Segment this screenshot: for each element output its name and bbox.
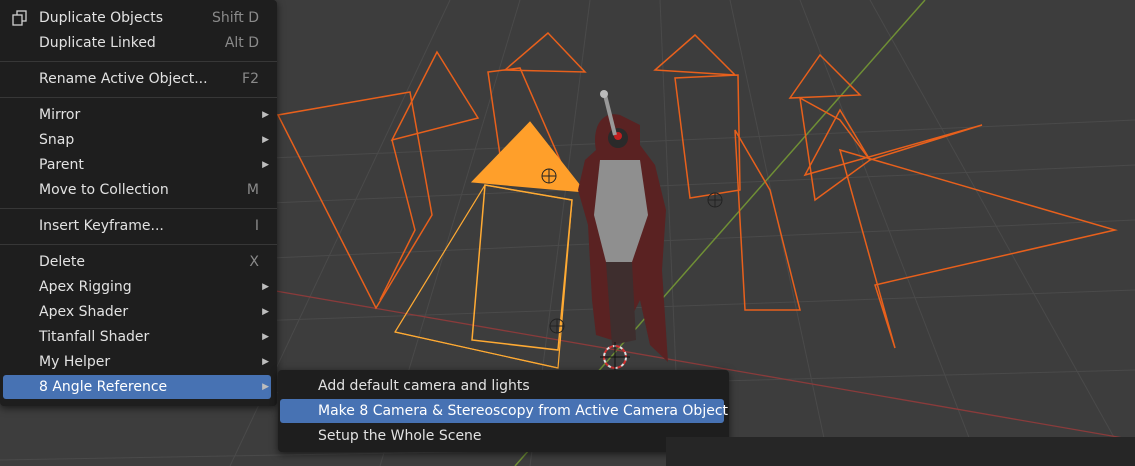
submenu-item-make-8-camera-stereoscopy-from-active-camera-object[interactable]: Make 8 Camera & Stereoscopy from Active …: [280, 399, 728, 423]
menu-item-label: Apex Rigging: [39, 279, 132, 295]
submenu-arrow-icon: ▶: [262, 110, 269, 120]
shortcut-hint: Shift D: [211, 10, 259, 26]
submenu-arrow-icon: ▶: [262, 160, 269, 170]
menu-item-delete[interactable]: Delete X: [3, 250, 271, 274]
menu-item-label: Duplicate Objects: [39, 10, 164, 26]
object-context-menu: Duplicate Objects Shift D Duplicate Linked…: [0, 0, 277, 406]
bottom-panel: [666, 437, 1135, 466]
menu-item-label: My Helper: [39, 354, 111, 370]
menu-item-apex-shader[interactable]: Apex Shader ▶: [3, 300, 271, 324]
shortcut-hint: I: [254, 218, 259, 234]
menu-item-parent[interactable]: Parent ▶: [3, 153, 271, 177]
submenu-arrow-icon: ▶: [262, 332, 269, 342]
menu-item-label: Parent: [39, 157, 84, 173]
menu-item-apex-rigging[interactable]: Apex Rigging ▶: [3, 275, 271, 299]
menu-item-label: Move to Collection: [39, 182, 169, 198]
menu-separator: [0, 208, 277, 209]
submenu-item-setup-the-whole-scene[interactable]: Setup the Whole Scene: [280, 424, 724, 448]
submenu-arrow-icon: ▶: [262, 357, 269, 367]
submenu-arrow-icon: ▶: [262, 282, 269, 292]
menu-separator: [0, 244, 277, 245]
shortcut-hint: F2: [242, 71, 259, 87]
menu-item-snap[interactable]: Snap ▶: [3, 128, 271, 152]
menu-item-label: Delete: [39, 254, 85, 270]
camera-wireframes[interactable]: [276, 31, 1118, 349]
menu-item-mirror[interactable]: Mirror ▶: [3, 103, 271, 127]
menu-item-label: Apex Shader: [39, 304, 129, 320]
submenu-item-add-default-camera-and-lights[interactable]: Add default camera and lights: [280, 374, 724, 398]
3d-cursor-icon: [600, 342, 630, 372]
menu-item-move-to-collection[interactable]: Move to Collection M: [3, 178, 271, 202]
shortcut-hint: M: [246, 182, 259, 198]
submenu-item-label: Add default camera and lights: [318, 378, 530, 394]
menu-item-label: Titanfall Shader: [39, 329, 150, 345]
submenu-arrow-icon: ▶: [262, 382, 269, 392]
submenu-item-label: Setup the Whole Scene: [318, 428, 482, 444]
menu-item-label: Duplicate Linked: [39, 35, 156, 51]
submenu-arrow-icon: ▶: [262, 135, 269, 145]
shortcut-hint: Alt D: [224, 35, 259, 51]
character-model[interactable]: [578, 90, 668, 362]
menu-separator: [0, 61, 277, 62]
submenu-item-label: Make 8 Camera & Stereoscopy from Active …: [318, 403, 729, 419]
menu-item-rename-active-object[interactable]: Rename Active Object... F2: [3, 67, 271, 91]
duplicate-icon: [11, 10, 29, 26]
menu-item-label: Rename Active Object...: [39, 71, 208, 87]
menu-item-duplicate-linked[interactable]: Duplicate Linked Alt D: [3, 31, 271, 55]
shortcut-hint: X: [249, 254, 259, 270]
menu-separator: [0, 97, 277, 98]
menu-item-label: Snap: [39, 132, 75, 148]
menu-item-label: Insert Keyframe...: [39, 218, 164, 234]
8-angle-reference-submenu: Add default camera and lights Make 8 Came…: [278, 370, 729, 452]
menu-item-titanfall-shader[interactable]: Titanfall Shader ▶: [3, 325, 271, 349]
menu-item-duplicate-objects[interactable]: Duplicate Objects Shift D: [3, 6, 271, 30]
menu-item-label: 8 Angle Reference: [39, 379, 168, 395]
submenu-arrow-icon: ▶: [262, 307, 269, 317]
menu-item-insert-keyframe[interactable]: Insert Keyframe... I: [3, 214, 271, 238]
menu-item-8-angle-reference[interactable]: 8 Angle Reference ▶: [3, 375, 271, 399]
menu-item-label: Mirror: [39, 107, 81, 123]
menu-item-my-helper[interactable]: My Helper ▶: [3, 350, 271, 374]
